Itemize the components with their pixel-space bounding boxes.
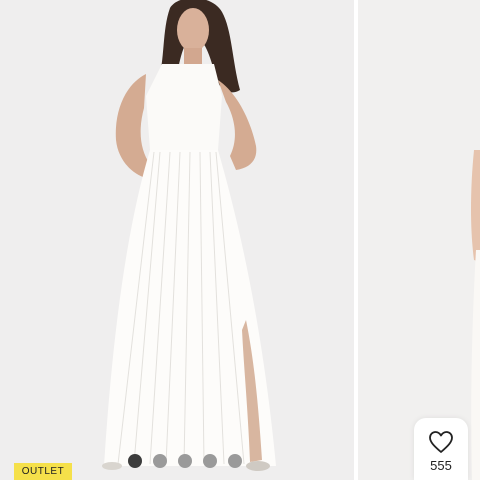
- wishlist-count: 555: [430, 458, 452, 473]
- carousel-dot[interactable]: [177, 454, 192, 468]
- product-image-main[interactable]: OUTLET: [0, 0, 354, 480]
- carousel-dot[interactable]: [152, 454, 167, 468]
- carousel-dot[interactable]: [227, 454, 242, 468]
- dress-model-photo: [0, 0, 354, 480]
- heart-outline-icon: [429, 431, 453, 453]
- carousel-indicator: [0, 452, 354, 470]
- carousel-dot[interactable]: [202, 454, 217, 468]
- product-image-next-preview[interactable]: [358, 0, 480, 480]
- wishlist-button[interactable]: 555: [414, 418, 468, 480]
- carousel-dot[interactable]: [127, 454, 142, 468]
- next-slide-photo: [358, 0, 480, 480]
- product-image-gallery[interactable]: OUTLET: [0, 0, 480, 480]
